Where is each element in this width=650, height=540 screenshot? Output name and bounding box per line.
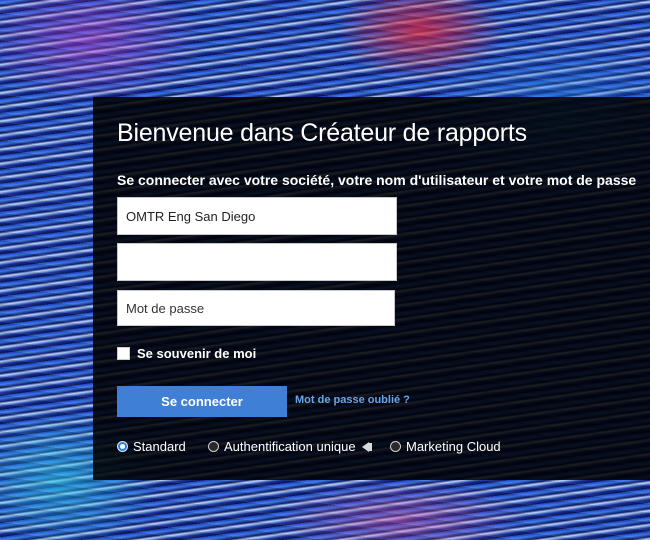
auth-option-sso[interactable]: Authentification unique: [208, 439, 372, 454]
auth-option-marketing-cloud[interactable]: Marketing Cloud: [390, 439, 501, 454]
login-instructions: Se connecter avec votre société, votre n…: [117, 172, 637, 188]
auth-option-standard[interactable]: Standard: [117, 439, 186, 454]
radio-standard[interactable]: [117, 441, 128, 452]
info-arrow-icon[interactable]: [361, 441, 372, 452]
login-button[interactable]: Se connecter: [117, 386, 287, 417]
company-field[interactable]: [117, 197, 397, 235]
remember-me-label: Se souvenir de moi: [137, 346, 257, 361]
login-panel: [93, 97, 650, 480]
auth-option-label: Marketing Cloud: [406, 439, 501, 454]
remember-me[interactable]: Se souvenir de moi: [117, 346, 256, 361]
radio-sso[interactable]: [208, 441, 219, 452]
password-field[interactable]: [117, 290, 395, 326]
page-title: Bienvenue dans Créateur de rapports: [117, 119, 527, 147]
radio-marketing-cloud[interactable]: [390, 441, 401, 452]
username-field[interactable]: [117, 243, 397, 281]
auth-option-label: Standard: [133, 439, 186, 454]
auth-option-label: Authentification unique: [224, 439, 356, 454]
remember-me-checkbox[interactable]: [117, 347, 130, 360]
forgot-password-link[interactable]: Mot de passe oublié ?: [295, 394, 410, 406]
